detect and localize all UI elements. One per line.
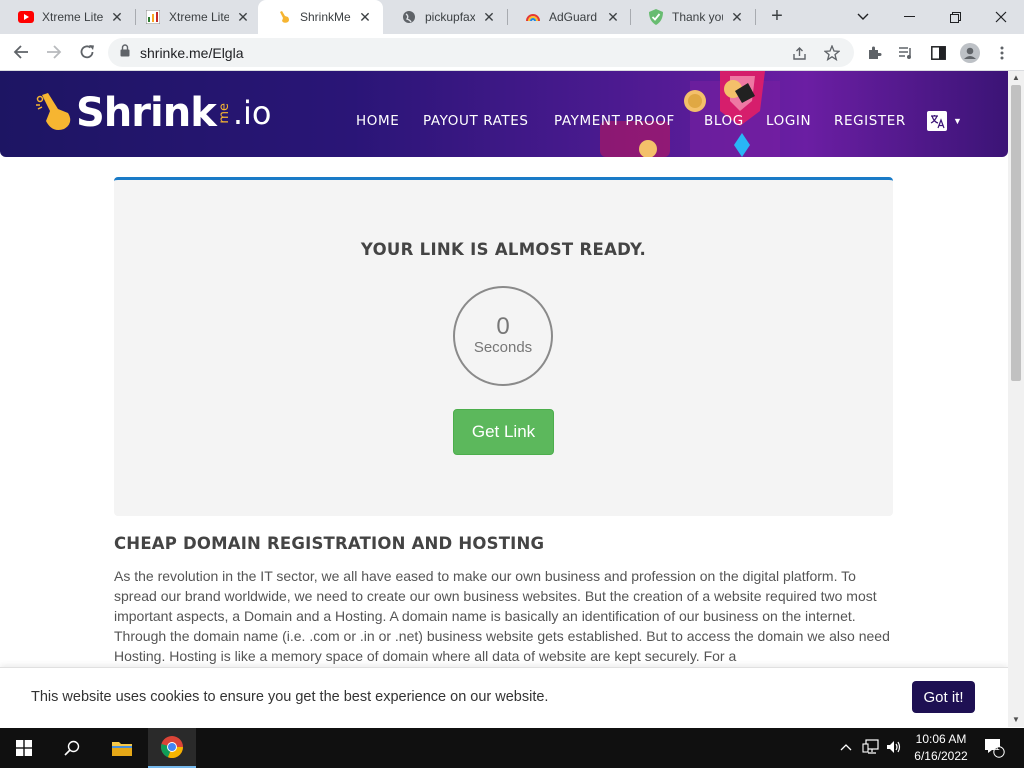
nav-register[interactable]: REGISTER <box>834 113 906 129</box>
tab-title: Xtreme Lite <box>42 10 103 24</box>
clock-time: 10:06 AM <box>915 732 967 746</box>
close-tab-icon[interactable]: ✕ <box>729 9 745 25</box>
profile-avatar-icon[interactable] <box>959 42 981 64</box>
url-text[interactable]: shrinke.me/Elgla <box>140 45 244 61</box>
browser-tab[interactable]: AdGuard A ✕ <box>507 0 631 34</box>
article-title: CHEAP DOMAIN REGISTRATION AND HOSTING <box>114 534 545 553</box>
file-explorer-icon[interactable] <box>98 728 146 768</box>
extensions-icon[interactable] <box>863 42 885 64</box>
translate-icon <box>927 111 947 131</box>
cookie-message: This website uses cookies to ensure you … <box>31 689 549 705</box>
tab-title: Thank you <box>672 10 723 24</box>
side-panel-icon[interactable] <box>927 42 949 64</box>
volume-icon[interactable] <box>886 739 902 758</box>
browser-tab-active[interactable]: ShrinkMe.i ✕ <box>258 0 383 34</box>
address-bar[interactable]: shrinke.me/Elgla <box>108 38 854 67</box>
site-header: Shrink me .io HOME PAYOUT RATES PAYMENT … <box>0 71 1008 157</box>
close-window-icon[interactable] <box>978 0 1024 34</box>
restore-icon[interactable] <box>932 0 978 34</box>
nav-payout-rates[interactable]: PAYOUT RATES <box>423 113 529 129</box>
tab-separator <box>755 9 756 25</box>
windows-taskbar: 10:06 AM 6/16/2022 1 <box>0 728 1024 768</box>
site-nav: HOME PAYOUT RATES PAYMENT PROOF BLOG LOG… <box>0 71 1008 157</box>
countdown-value: 0 <box>496 313 510 340</box>
close-tab-icon[interactable]: ✕ <box>235 9 251 25</box>
countdown-label: Seconds <box>473 339 533 356</box>
nav-login[interactable]: LOGIN <box>766 113 811 129</box>
action-center-icon[interactable]: 1 <box>980 728 1010 768</box>
shield-check-icon <box>648 9 664 25</box>
browser-toolbar: shrinke.me/Elgla <box>0 34 1024 71</box>
reload-icon[interactable] <box>74 39 100 65</box>
browser-menu-icon[interactable] <box>991 42 1013 64</box>
tab-title: AdGuard A <box>549 10 599 24</box>
chrome-taskbar-icon[interactable] <box>148 728 196 768</box>
windows-start-icon[interactable] <box>0 728 48 768</box>
scroll-down-icon[interactable]: ▼ <box>1008 713 1024 727</box>
rainbow-icon <box>525 9 541 25</box>
notification-count: 1 <box>994 742 1000 753</box>
clock-date: 6/16/2022 <box>914 749 968 763</box>
cookie-accept-button[interactable]: Got it! <box>912 681 975 713</box>
globe-icon <box>401 9 417 25</box>
link-ready-card: YOUR LINK IS ALMOST READY. 0 Seconds Get… <box>114 177 893 516</box>
cookie-banner: This website uses cookies to ensure you … <box>0 667 1008 727</box>
browser-tab[interactable]: Xtreme Lite ✕ <box>127 0 261 34</box>
caret-down-icon: ▼ <box>953 116 962 126</box>
browser-tab[interactable]: pickupfaxm ✕ <box>383 0 507 34</box>
get-link-button[interactable]: Get Link <box>453 409 554 455</box>
network-icon[interactable] <box>862 739 880 758</box>
page-scrollbar[interactable]: ▲ ▼ <box>1008 71 1024 727</box>
system-clock[interactable]: 10:06 AM 6/16/2022 <box>906 731 976 765</box>
media-control-icon[interactable] <box>895 42 917 64</box>
forward-icon[interactable] <box>41 39 67 65</box>
minimize-icon[interactable] <box>886 0 932 34</box>
youtube-icon <box>18 9 34 25</box>
page-viewport: Shrink me .io HOME PAYOUT RATES PAYMENT … <box>0 71 1008 727</box>
tab-title: pickupfaxm <box>425 10 475 24</box>
browser-tab[interactable]: Xtreme Lite ✕ <box>0 0 135 34</box>
nav-payment-proof[interactable]: PAYMENT PROOF <box>554 113 675 129</box>
back-icon[interactable] <box>8 39 34 65</box>
tab-title: ShrinkMe.i <box>300 10 351 24</box>
browser-tab[interactable]: Thank you ✕ <box>630 0 755 34</box>
card-title: YOUR LINK IS ALMOST READY. <box>360 240 647 259</box>
share-icon[interactable] <box>790 44 808 62</box>
nav-blog[interactable]: BLOG <box>704 113 744 129</box>
show-hidden-icons-icon[interactable] <box>840 739 852 754</box>
bookmark-star-icon[interactable] <box>823 44 841 62</box>
search-icon[interactable] <box>48 728 96 768</box>
scroll-up-icon[interactable]: ▲ <box>1008 71 1024 85</box>
close-tab-icon[interactable]: ✕ <box>109 9 125 25</box>
language-selector[interactable]: ▼ <box>927 111 962 131</box>
site-icon <box>145 9 161 25</box>
close-tab-icon[interactable]: ✕ <box>481 9 497 25</box>
hand-icon <box>276 9 292 25</box>
article-body: As the revolution in the IT sector, we a… <box>114 568 890 664</box>
tab-title: Xtreme Lite <box>169 10 229 24</box>
tab-search-icon[interactable] <box>840 0 886 34</box>
countdown-timer: 0 Seconds <box>453 286 553 386</box>
new-tab-icon[interactable]: + <box>765 5 789 29</box>
scrollbar-thumb[interactable] <box>1011 85 1021 381</box>
browser-tab-strip: Xtreme Lite ✕ Xtreme Lite ✕ ShrinkMe.i ✕… <box>0 0 1024 34</box>
close-tab-icon[interactable]: ✕ <box>605 9 621 25</box>
lock-icon[interactable] <box>120 43 130 62</box>
close-tab-icon[interactable]: ✕ <box>357 9 373 25</box>
nav-home[interactable]: HOME <box>356 113 399 129</box>
